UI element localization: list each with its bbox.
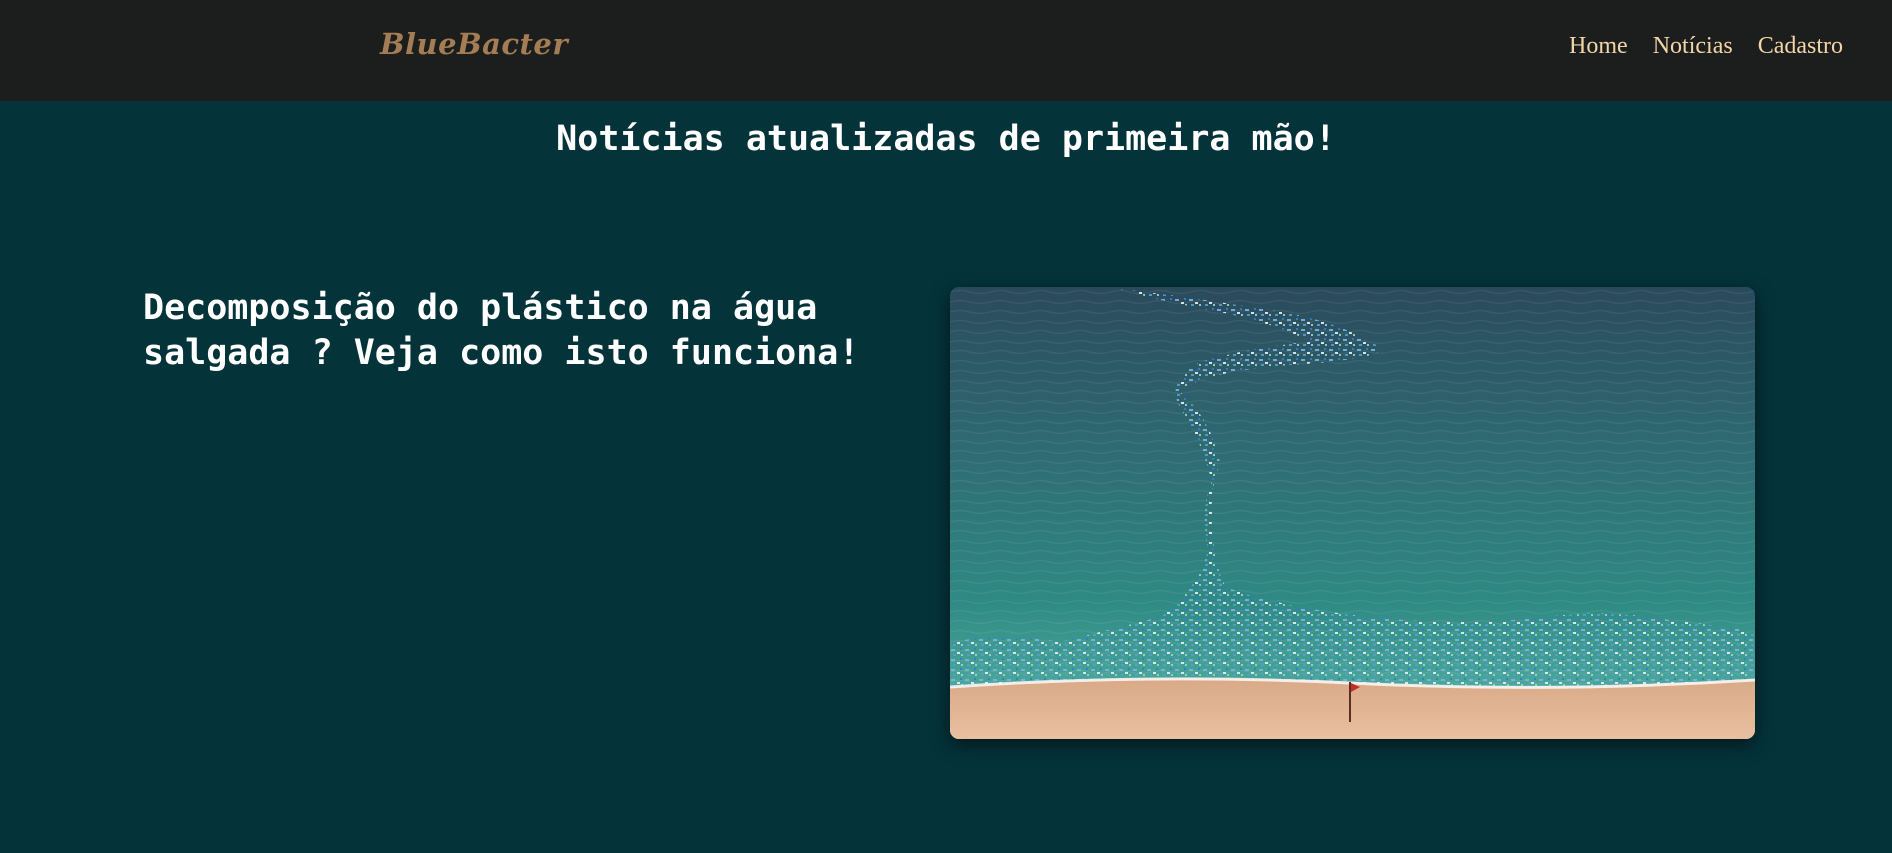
nav-link-noticias[interactable]: Notícias xyxy=(1653,33,1733,60)
page-title: Notícias atualizadas de primeira mão! xyxy=(556,119,1336,159)
nav-link-cadastro[interactable]: Cadastro xyxy=(1758,33,1843,60)
ocean-plastic-pollution-photo xyxy=(950,287,1755,739)
nav-link-home[interactable]: Home xyxy=(1569,33,1628,60)
nav-links: Home Notícias Cadastro xyxy=(1569,33,1843,60)
news-headline[interactable]: Decomposição do plástico na água salgada… xyxy=(143,286,903,376)
brand-logo[interactable]: BlueBacter xyxy=(380,27,568,61)
news-image[interactable] xyxy=(950,287,1755,739)
navbar: BlueBacter Home Notícias Cadastro xyxy=(0,0,1892,101)
